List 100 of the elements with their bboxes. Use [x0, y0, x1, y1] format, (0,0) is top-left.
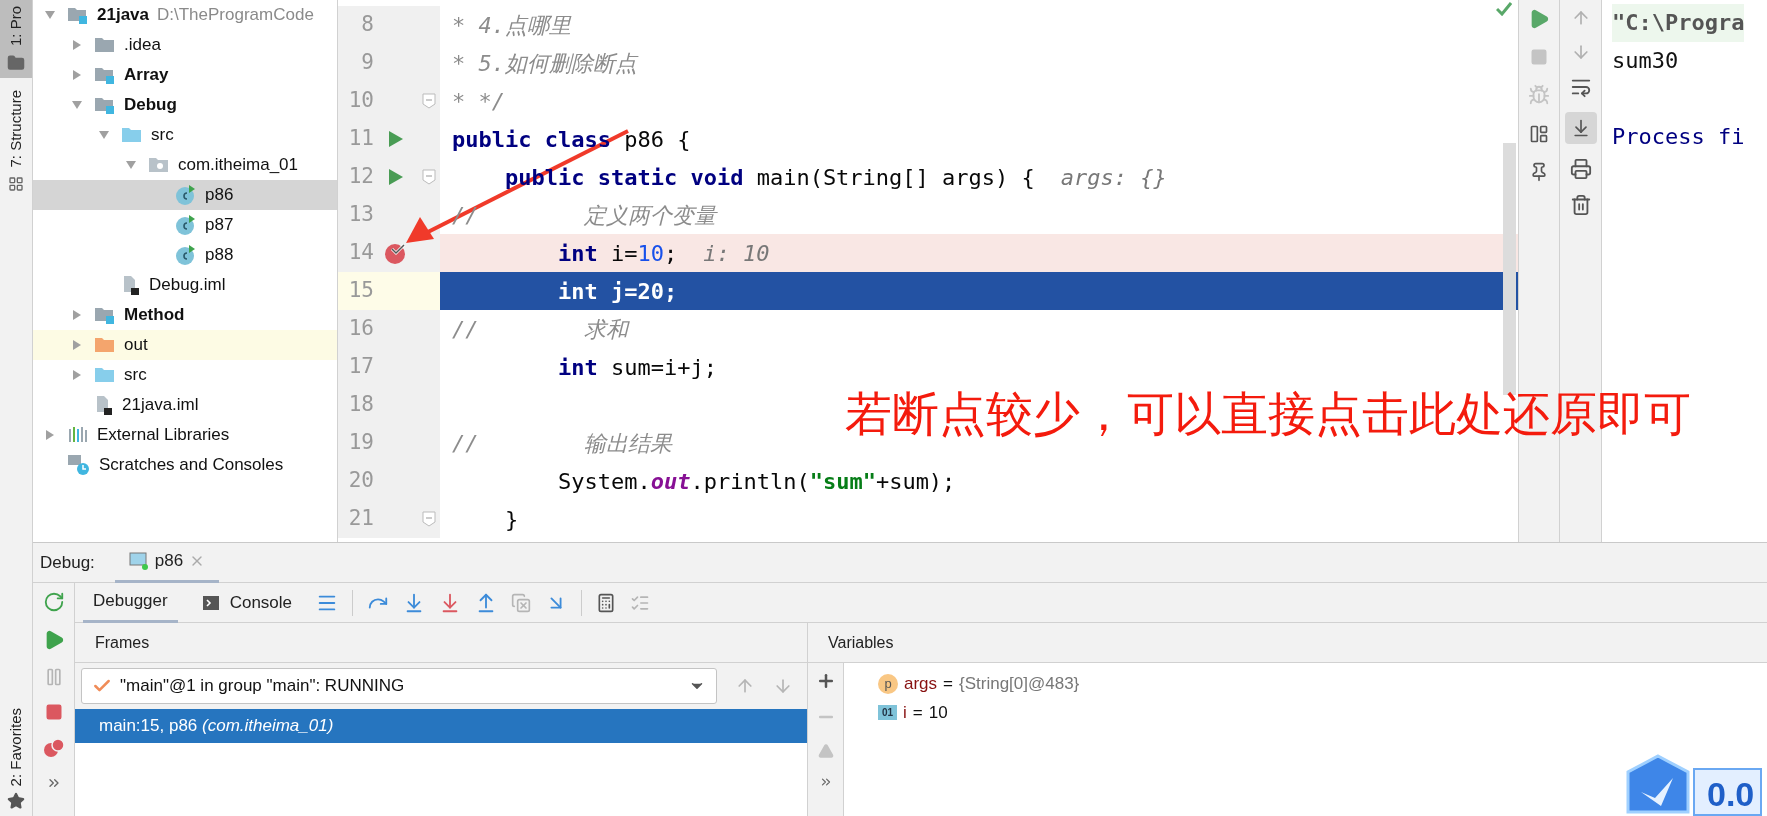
breakpoint-icon[interactable]: [384, 241, 408, 265]
line-number: 12: [347, 163, 374, 191]
tree-item[interactable]: src: [33, 360, 337, 390]
tree-item[interactable]: p87: [33, 210, 337, 240]
line-number: 9: [360, 49, 374, 77]
collapsed-arrow-icon[interactable]: [71, 69, 83, 81]
panel-header: Variables: [828, 632, 894, 653]
collapsed-arrow-icon[interactable]: [71, 369, 83, 381]
tree-item[interactable]: Method: [33, 300, 337, 330]
panel-title: Debug:: [40, 551, 95, 574]
folder-icon: [94, 365, 116, 385]
star-icon: [7, 792, 25, 810]
expanded-arrow-icon[interactable]: [44, 9, 56, 21]
tree-item[interactable]: Array: [33, 60, 337, 90]
code-line: public class p86 {: [452, 125, 691, 154]
console-icon: [201, 593, 220, 612]
code-line: // 求和: [452, 315, 629, 344]
tree-item[interactable]: com.itheima_01: [33, 150, 337, 180]
package-folder-icon: [148, 155, 170, 175]
drop-frame-icon[interactable]: [511, 592, 532, 613]
parameter-badge: p: [878, 673, 898, 694]
rerun-icon[interactable]: [42, 591, 65, 613]
tree-item[interactable]: out: [33, 330, 337, 360]
line-number: 20: [347, 467, 374, 495]
console-line: Process fi: [1612, 123, 1745, 151]
code-line: int i=10; i: 10: [556, 239, 770, 268]
module-folder-icon: [94, 95, 116, 115]
folder-icon: [94, 335, 116, 355]
tree-item[interactable]: Scratches and Consoles: [33, 450, 337, 480]
print-icon[interactable]: [1569, 158, 1592, 180]
run-icon[interactable]: [388, 130, 404, 148]
scroll-to-end-button[interactable]: [1564, 112, 1597, 144]
panel-tab[interactable]: Console: [191, 582, 303, 623]
variable-name: i: [903, 701, 907, 724]
annotation-text: 若断点较少，可以直接点击此处还原即可: [845, 390, 1691, 437]
collapsed-arrow-icon[interactable]: [44, 429, 56, 441]
layout-icon[interactable]: [1529, 124, 1549, 144]
primitive-badge: 01: [878, 705, 897, 720]
expanded-arrow-icon[interactable]: [125, 159, 137, 171]
module-folder-icon: [67, 5, 89, 25]
tree-item[interactable]: p86: [33, 180, 337, 210]
code-line: int sum=i+j;: [556, 353, 717, 382]
tool-window-tab[interactable]: 1: Pro: [0, 0, 32, 79]
tree-item[interactable]: Debug: [33, 90, 337, 120]
pin-icon[interactable]: [1529, 162, 1549, 182]
structure-icon: [8, 175, 24, 192]
expanded-arrow-icon[interactable]: [71, 99, 83, 111]
thread-dropdown[interactable]: "main"@1 in group "main": RUNNING: [81, 668, 717, 704]
code-line: int j=20;: [556, 277, 678, 306]
up-icon[interactable]: [817, 743, 834, 759]
code-line: * 5.如何删除断点: [452, 49, 637, 78]
session-tab[interactable]: p86: [114, 542, 220, 583]
panel-header: Frames: [95, 632, 150, 653]
class-icon: [175, 244, 197, 266]
tree-item[interactable]: p88: [33, 240, 337, 270]
stop-icon[interactable]: [44, 703, 63, 721]
tree-item[interactable]: Debug.iml: [33, 270, 337, 300]
code-line: * 4.点哪里: [452, 11, 571, 40]
breakpoints-icon[interactable]: [42, 737, 65, 759]
project-path: D:\TheProgramCode: [157, 4, 314, 27]
bug-icon[interactable]: [1528, 84, 1550, 106]
class-icon: [175, 184, 197, 206]
collapsed-arrow-icon[interactable]: [71, 39, 83, 51]
tree-item[interactable]: 21java D:\TheProgramCode: [33, 0, 337, 30]
line-number: 13: [347, 201, 374, 229]
line-number: 10: [347, 87, 374, 115]
tree-item[interactable]: 21java.iml: [33, 390, 337, 420]
variable-operator: =: [912, 701, 923, 724]
frame-item[interactable]: main:15, p86 (com.itheima_01): [75, 709, 807, 743]
line-number: 18: [347, 391, 374, 419]
window-icon: [128, 552, 149, 570]
console-line: sum30: [1612, 47, 1679, 75]
tree-item[interactable]: .idea: [33, 30, 337, 60]
tree-item[interactable]: External Libraries: [33, 420, 337, 450]
evaluate-icon[interactable]: [596, 592, 617, 613]
trash-icon[interactable]: [1569, 194, 1592, 216]
collapsed-arrow-icon[interactable]: [71, 339, 83, 351]
check-icon: [1496, 2, 1512, 16]
fold-marker-icon[interactable]: [422, 169, 436, 185]
tool-window-tab[interactable]: 2: Favorites: [0, 701, 32, 816]
fold-marker-icon[interactable]: [422, 511, 436, 527]
tree-item[interactable]: src: [33, 120, 337, 150]
code-line: * */: [452, 87, 505, 116]
speed-reading: 0.0: [1693, 768, 1763, 816]
folder-icon: [94, 35, 116, 55]
expanded-arrow-icon[interactable]: [98, 129, 110, 141]
line-number: 21: [347, 505, 374, 533]
libraries-icon: [67, 425, 89, 445]
stop-icon[interactable]: [1530, 48, 1548, 66]
line-number: 19: [347, 429, 374, 457]
collapsed-arrow-icon[interactable]: [71, 309, 83, 321]
scratches-icon: [67, 454, 91, 476]
folder-icon: [7, 54, 25, 73]
line-number: 17: [347, 353, 374, 381]
code-line: // 输出结果: [452, 429, 673, 458]
fold-marker-icon[interactable]: [422, 93, 436, 109]
code-line: }: [503, 505, 519, 534]
run-icon[interactable]: [388, 168, 404, 186]
tool-window-tab[interactable]: 7: Structure: [0, 84, 32, 198]
class-icon: [175, 214, 197, 236]
